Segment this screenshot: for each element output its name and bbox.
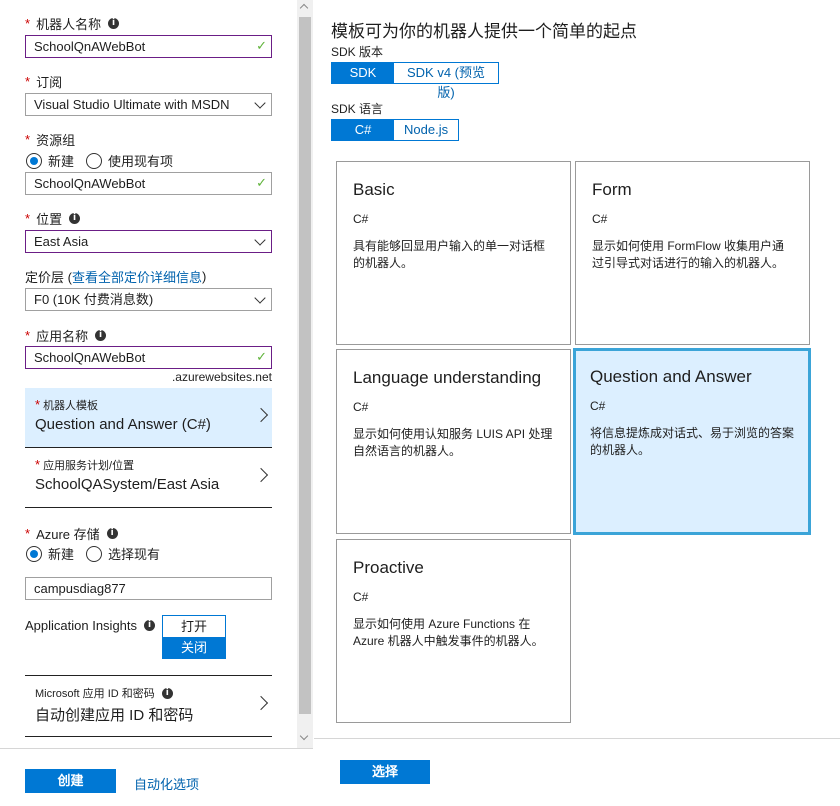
radio-existing-storage[interactable] xyxy=(86,545,103,562)
resource-group-input[interactable]: SchoolQnAWebBot ✓ xyxy=(25,172,272,195)
pricing-select[interactable]: F0 (10K 付费消息数) xyxy=(25,288,272,311)
pricing-label: 定价层 ( 查看全部定价详细信息 ) xyxy=(25,267,207,286)
create-button[interactable]: 创建 xyxy=(25,769,116,793)
info-icon[interactable]: i xyxy=(144,620,156,631)
app-insights-off[interactable]: 关闭 xyxy=(163,637,225,658)
info-icon[interactable]: i xyxy=(106,528,118,539)
template-card-language-understanding[interactable]: Language understanding C# 显示如何使用认知服务 LUI… xyxy=(336,349,571,534)
storage-input[interactable]: campusdiag877 xyxy=(25,577,272,600)
info-icon[interactable]: i xyxy=(108,18,120,29)
location-select[interactable]: East Asia xyxy=(25,230,272,253)
left-footer: 创建 自动化选项 xyxy=(0,748,313,806)
form-scroll-area: * 机器人名称 i SchoolQnAWebBot ✓ * 订阅 Visual … xyxy=(0,0,296,748)
check-icon: ✓ xyxy=(256,349,267,364)
template-card-form[interactable]: Form C# 显示如何使用 FormFlow 收集用户通过引导式对话进行的输入… xyxy=(575,161,810,345)
resource-group-radios: 新建 使用现有项 xyxy=(26,151,173,170)
radio-new-resource-group[interactable] xyxy=(26,152,42,169)
info-icon[interactable]: i xyxy=(161,687,173,699)
template-card-proactive[interactable]: Proactive C# 显示如何使用 Azure Functions 在 Az… xyxy=(336,539,571,723)
app-service-plan-selector[interactable]: * 应用服务计划/位置 SchoolQASystem/East Asia xyxy=(25,448,272,508)
pricing-details-link[interactable]: 查看全部定价详细信息 xyxy=(72,267,202,286)
app-name-suffix: .azurewebsites.net xyxy=(171,370,272,384)
subscription-select[interactable]: Visual Studio Ultimate with MSDN xyxy=(25,93,272,116)
chevron-down-icon xyxy=(254,97,266,109)
sdk-v4-option[interactable]: SDK v4 (预览版) xyxy=(394,63,498,100)
template-card-question-and-answer[interactable]: Question and Answer C# 将信息提炼成对话式、易于浏览的答案… xyxy=(573,348,811,535)
bot-name-label: * 机器人名称 i xyxy=(25,14,120,33)
sdk-version-toggle: SDK v3 SDK v4 (预览版) xyxy=(331,62,499,100)
app-insights-toggle: 打开 关闭 xyxy=(162,615,226,659)
sdk-v3-option[interactable]: SDK v3 xyxy=(332,63,394,100)
app-insights-on[interactable]: 打开 xyxy=(163,616,225,637)
app-insights-label: Application Insights i xyxy=(25,618,156,633)
storage-radios: 新建 选择现有 xyxy=(26,544,160,563)
sdk-language-label: SDK 语言 xyxy=(331,102,384,116)
select-button[interactable]: 选择 xyxy=(340,760,430,784)
check-icon: ✓ xyxy=(256,38,267,53)
sdk-version-label: SDK 版本 xyxy=(331,45,384,59)
resource-group-label: * 资源组 xyxy=(25,132,76,148)
required-marker: * xyxy=(25,16,31,31)
radio-existing-resource-group[interactable] xyxy=(86,152,103,169)
info-icon[interactable]: i xyxy=(69,213,81,224)
sdk-language-toggle: C# Node.js xyxy=(331,119,459,141)
csharp-option[interactable]: C# xyxy=(332,120,394,140)
template-pane: 模板可为你的机器人提供一个简单的起点 SDK 版本 SDK v3 SDK v4 … xyxy=(314,0,840,806)
app-name-input[interactable]: SchoolQnAWebBot ✓ xyxy=(25,346,272,369)
ms-app-id-selector[interactable]: Microsoft 应用 ID 和密码 i 自动创建应用 ID 和密码 xyxy=(25,675,272,737)
template-heading: 模板可为你的机器人提供一个简单的起点 xyxy=(331,22,637,41)
info-icon[interactable]: i xyxy=(95,330,107,341)
scrollbar-thumb[interactable] xyxy=(299,17,311,714)
subscription-label: * 订阅 xyxy=(25,74,63,90)
chevron-down-icon xyxy=(254,234,266,246)
app-name-label: * 应用名称 i xyxy=(25,326,107,345)
automation-options-link[interactable]: 自动化选项 xyxy=(134,774,199,793)
chevron-down-icon xyxy=(254,292,266,304)
template-card-basic[interactable]: Basic C# 具有能够回显用户输入的单一对话框的机器人。 xyxy=(336,161,571,345)
create-bot-pane: * 机器人名称 i SchoolQnAWebBot ✓ * 订阅 Visual … xyxy=(0,0,313,806)
radio-new-storage[interactable] xyxy=(26,545,42,562)
check-icon: ✓ xyxy=(256,175,267,190)
location-label: * 位置 i xyxy=(25,209,81,228)
right-footer: 选择 xyxy=(314,738,840,806)
azure-storage-label: * Azure 存储 i xyxy=(25,524,118,543)
nodejs-option[interactable]: Node.js xyxy=(394,120,458,140)
bot-name-input[interactable]: SchoolQnAWebBot ✓ xyxy=(25,35,272,58)
bot-template-selector[interactable]: * 机器人模板 Question and Answer (C#) xyxy=(25,388,272,448)
